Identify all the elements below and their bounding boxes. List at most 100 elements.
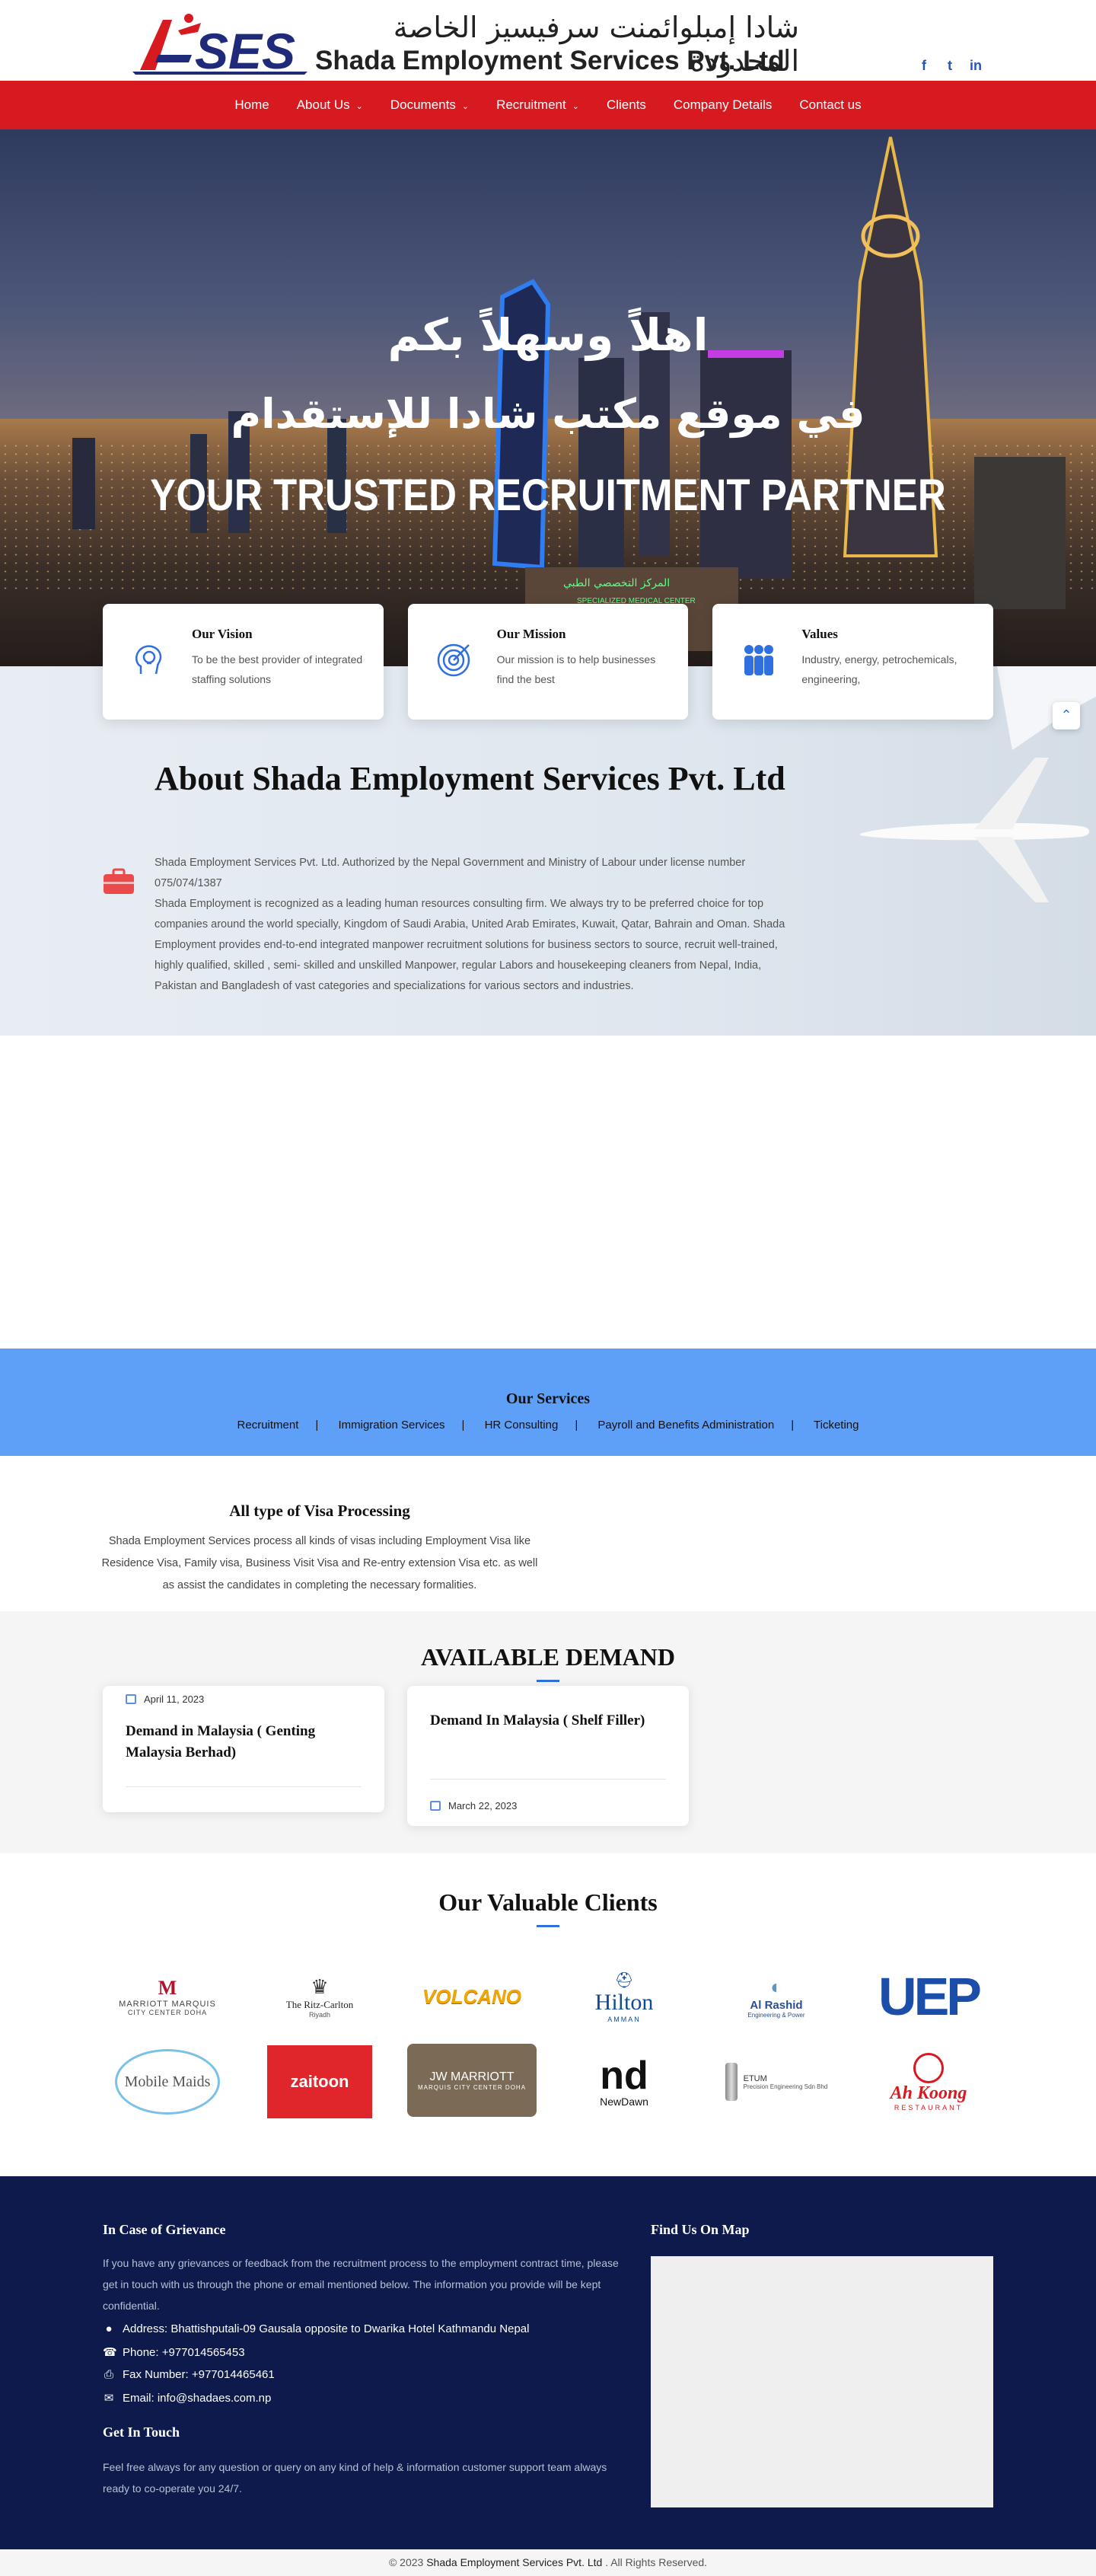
client-logo-jw-marriott: JW MARRIOTT MARQUIS CITY CENTER DOHA bbox=[407, 2042, 537, 2118]
vision-card: Our Vision To be the best provider of in… bbox=[103, 604, 384, 720]
chevron-down-icon: ⌄ bbox=[461, 102, 470, 111]
service-recruitment[interactable]: Recruitment bbox=[237, 1419, 299, 1432]
get-in-touch-title: Get In Touch bbox=[103, 2424, 180, 2440]
briefcase-icon bbox=[104, 868, 134, 894]
nav-clients[interactable]: Clients bbox=[593, 97, 660, 113]
vision-text: To be the best provider of integrated st… bbox=[192, 653, 363, 685]
hero-welcome-arabic: اهلاً وسهلاً بكم bbox=[387, 309, 709, 361]
map-embed[interactable] bbox=[651, 2256, 993, 2507]
service-payroll[interactable]: Payroll and Benefits Administration bbox=[597, 1419, 774, 1432]
calendar-icon bbox=[126, 1694, 136, 1704]
nav-company-details[interactable]: Company Details bbox=[660, 97, 785, 113]
twitter-icon[interactable]: t bbox=[942, 58, 957, 73]
hero-sign: المركز التخصصي الطبي bbox=[563, 577, 670, 589]
values-card: Values Industry, energy, petrochemicals,… bbox=[712, 604, 994, 720]
site-header: SES شادا إمبلوائمنت سرفيسيز الخاصة المحد… bbox=[0, 0, 1096, 81]
mission-title: Our Mission bbox=[496, 627, 566, 641]
linkedin-icon[interactable]: in bbox=[968, 58, 983, 73]
nav-documents[interactable]: Documents ⌄ bbox=[377, 97, 483, 113]
nav-contact-us[interactable]: Contact us bbox=[785, 97, 875, 113]
demand-section: AVAILABLE DEMAND April 11, 2023 Demand i… bbox=[0, 1611, 1096, 1853]
client-logo-marriott: M MARRIOTT MARQUIS CITY CENTER DOHA bbox=[119, 1977, 216, 2016]
hero-tagline: YOUR TRUSTED RECRUITMENT PARTNER bbox=[150, 471, 946, 520]
fax-icon: ⎙ bbox=[104, 2368, 113, 2381]
address-line: ● Address: Bhattishputali-09 Gausala oppo… bbox=[103, 2322, 529, 2335]
visa-section: All type of Visa Processing Shada Employ… bbox=[0, 1456, 1096, 1611]
nav-home[interactable]: Home bbox=[221, 97, 282, 113]
map-title: Find Us On Map bbox=[651, 2222, 750, 2237]
calendar-icon bbox=[430, 1801, 441, 1811]
map-pin-icon: ● bbox=[105, 2322, 113, 2335]
people-group-icon bbox=[744, 645, 774, 675]
logo-english-title: Shada Employment Services Pvt. Ltd bbox=[315, 46, 785, 75]
mission-card: Our Mission Our mission is to help busin… bbox=[407, 604, 689, 720]
services-band: Our Services Recruitment | Immigration Se… bbox=[0, 1349, 1096, 1456]
services-list: Recruitment | Immigration Services | HR Co… bbox=[237, 1419, 859, 1432]
nav-about-us[interactable]: About Us ⌄ bbox=[283, 97, 377, 113]
copyright-bar: © 2023 Shada Employment Services Pvt. Lt… bbox=[0, 2549, 1096, 2576]
social-links: f t in bbox=[916, 58, 983, 73]
chevron-up-icon: ⌃ bbox=[1060, 707, 1072, 723]
airplane-image bbox=[860, 758, 1090, 902]
fax-line: ⎙ Fax Number: +977014465461 bbox=[104, 2368, 275, 2381]
site-footer: In Case of Grievance If you have any gri… bbox=[0, 2176, 1096, 2549]
client-logo-volcano: VOLCANO bbox=[422, 1984, 521, 2008]
copyright-company-link[interactable]: Shada Employment Services Pvt. Ltd bbox=[426, 2556, 602, 2568]
scroll-to-top-button[interactable]: ⌃ bbox=[1053, 702, 1080, 729]
main-nav: Home About Us ⌄ Documents ⌄ Recruitment ⌄ C… bbox=[0, 81, 1096, 129]
phone-line[interactable]: ☎ Phone: +977014565453 bbox=[103, 2345, 245, 2359]
vision-title: Our Vision bbox=[192, 627, 253, 641]
about-license-text: Shada Employment Services Pvt. Ltd. Auth… bbox=[155, 857, 746, 889]
email-line[interactable]: ✉ Email: info@shadaes.com.np bbox=[103, 2391, 272, 2405]
phone-icon: ☎ bbox=[103, 2346, 117, 2359]
hero-site-arabic: في موقع مكتب شادا للإستقدام bbox=[231, 390, 865, 438]
services-title: Our Services bbox=[505, 1390, 591, 1407]
demand-date: March 22, 2023 bbox=[430, 1800, 517, 1811]
logo-text: SES bbox=[195, 23, 295, 76]
mission-text: Our mission is to help businesses find t… bbox=[496, 653, 656, 685]
service-immigration[interactable]: Immigration Services bbox=[338, 1419, 444, 1432]
site-logo[interactable]: SES شادا إمبلوائمنت سرفيسيز الخاصة المحد… bbox=[129, 6, 799, 78]
facebook-icon[interactable]: f bbox=[916, 58, 932, 73]
target-icon bbox=[437, 643, 470, 677]
chevron-down-icon: ⌄ bbox=[355, 102, 363, 111]
client-logo-ritz-carlton: ♛ The Ritz-Carlton Riyadh bbox=[285, 1974, 354, 2019]
ses-logo-icon: SES bbox=[132, 14, 307, 76]
get-in-touch-text: Feel free always for any question or que… bbox=[103, 2461, 607, 2495]
client-logo-zaitoon: zaitoon bbox=[263, 2045, 377, 2118]
service-ticketing[interactable]: Ticketing bbox=[814, 1419, 859, 1432]
about-section: About Shada Employment Services Pvt. Ltd… bbox=[0, 666, 1096, 1036]
grievance-title: In Case of Grievance bbox=[103, 2222, 226, 2237]
lightbulb-head-icon bbox=[135, 645, 162, 675]
grievance-text: If you have any grievances or feedback f… bbox=[103, 2257, 619, 2312]
demand-card[interactable]: Demand In Malaysia ( Shelf Filler) March… bbox=[407, 1686, 689, 1826]
values-title: Values bbox=[801, 627, 838, 641]
client-logo-hilton: ⛑ Hilton AMMAN bbox=[594, 1971, 654, 2023]
values-text: Industry, energy, petrochemicals, engine… bbox=[801, 653, 957, 685]
about-description: Shada Employment is recognized as a lead… bbox=[155, 898, 785, 992]
demand-card-title[interactable]: Demand in Malaysia ( Genting Malaysia Be… bbox=[126, 1721, 362, 1764]
nav-recruitment[interactable]: Recruitment ⌄ bbox=[483, 97, 593, 113]
about-title: About Shada Employment Services Pvt. Ltd bbox=[155, 760, 785, 797]
client-logo-etum: ETUM Precision Engineering Sdn Bhd bbox=[719, 2045, 833, 2118]
title-underline bbox=[537, 1925, 559, 1927]
client-logo-uep: UEP bbox=[878, 1967, 982, 2026]
chevron-down-icon: ⌄ bbox=[572, 102, 579, 111]
clients-section: Our Valuable Clients M MARRIOTT MARQUIS CI… bbox=[0, 1853, 1096, 2176]
visa-text: Shada Employment Services process all ki… bbox=[101, 1535, 538, 1591]
title-underline bbox=[537, 1680, 559, 1682]
hero-banner: المركز التخصصي الطبي SPECIALIZED MEDICAL… bbox=[0, 129, 1096, 666]
client-logo-newdawn: nd NewDawn bbox=[600, 2054, 648, 2108]
demand-card-title[interactable]: Demand In Malaysia ( Shelf Filler) bbox=[430, 1710, 666, 1732]
client-logo-ah-koong: Ah Koong RESTAURANT bbox=[871, 2045, 986, 2118]
demand-title: AVAILABLE DEMAND bbox=[421, 1643, 675, 1671]
client-logo-al-rashid: ◐ Al Rashid Engineering & Power bbox=[747, 1974, 805, 2019]
demand-card[interactable]: April 11, 2023 Demand in Malaysia ( Gent… bbox=[103, 1686, 384, 1812]
service-hr-consulting[interactable]: HR Consulting bbox=[485, 1419, 559, 1432]
airplane-wing-image bbox=[997, 666, 1096, 750]
info-cards: Our Vision To be the best provider of in… bbox=[103, 604, 994, 720]
client-logo-mobile-maids: Mobile Maids bbox=[110, 2045, 225, 2118]
clients-title: Our Valuable Clients bbox=[438, 1888, 658, 1916]
visa-title: All type of Visa Processing bbox=[229, 1502, 410, 1520]
envelope-icon: ✉ bbox=[104, 2392, 114, 2405]
